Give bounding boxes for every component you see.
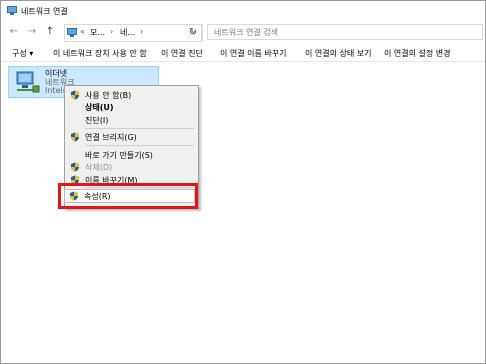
diagnose-command[interactable]: 이 연결 진단 bbox=[161, 48, 203, 59]
menu-separator bbox=[85, 128, 194, 129]
breadcrumb-separator-icon[interactable]: › bbox=[110, 27, 113, 36]
breadcrumb-separator-icon[interactable]: › bbox=[140, 27, 143, 36]
menu-item-delete: 삭제(D) bbox=[65, 161, 198, 173]
back-arrow-icon[interactable]: ← bbox=[8, 26, 20, 38]
breadcrumb-control-panel[interactable]: 모... bbox=[90, 27, 105, 38]
highlight-box bbox=[58, 183, 198, 209]
menu-item-disable[interactable]: 사용 안 함(B) bbox=[65, 89, 198, 101]
control-panel-icon bbox=[67, 28, 77, 37]
change-settings-command[interactable]: 이 연결의 설정 변경 bbox=[384, 48, 451, 59]
network-connections-icon bbox=[7, 6, 17, 15]
menu-item-bridge[interactable]: 연결 브리지(G) bbox=[65, 131, 198, 143]
search-input[interactable]: 네트워크 연결 검색 bbox=[207, 24, 483, 40]
menu-item-label: 연결 브리지(G) bbox=[85, 133, 137, 142]
menu-item-diagnose[interactable]: 진단(I) bbox=[65, 114, 198, 126]
title-bar: 네트워크 연결 bbox=[1, 1, 485, 21]
ethernet-adapter-icon bbox=[16, 71, 40, 93]
menu-separator bbox=[85, 145, 194, 146]
command-bar: 구성 ▾ 이 네트워크 장치 사용 안 함 이 연결 진단 이 연결 이름 바꾸… bbox=[1, 45, 485, 62]
shield-icon bbox=[71, 162, 79, 172]
view-status-command[interactable]: 이 연결의 상태 보기 bbox=[305, 48, 372, 59]
shield-icon bbox=[71, 90, 79, 100]
disable-device-command[interactable]: 이 네트워크 장치 사용 안 함 bbox=[53, 48, 147, 59]
rename-command[interactable]: 이 연결 이름 바꾸기 bbox=[220, 48, 287, 59]
breadcrumb-network[interactable]: 네... bbox=[120, 27, 135, 38]
refresh-button[interactable]: ↻ bbox=[184, 24, 203, 42]
menu-item-label: 바로 가기 만들기(S) bbox=[85, 151, 153, 160]
address-bar[interactable]: « 모... › 네... › ⌄ bbox=[64, 24, 202, 42]
breadcrumb-overflow[interactable]: « bbox=[80, 27, 85, 36]
network-connections-window: 네트워크 연결 ← → ↑ « 모... › 네... › ⌄ ↻ 네트워크 연… bbox=[0, 0, 486, 364]
menu-item-status[interactable]: 상태(U) bbox=[65, 101, 198, 113]
window-title: 네트워크 연결 bbox=[21, 7, 68, 16]
menu-item-label: 사용 안 함(B) bbox=[85, 91, 132, 100]
up-arrow-icon[interactable]: ↑ bbox=[44, 26, 56, 38]
organize-menu[interactable]: 구성 ▾ bbox=[12, 48, 33, 59]
menu-item-label: 삭제(D) bbox=[85, 163, 113, 172]
menu-item-label: 상태(U) bbox=[85, 103, 114, 112]
menu-item-create-shortcut[interactable]: 바로 가기 만들기(S) bbox=[65, 149, 198, 161]
menu-item-label: 진단(I) bbox=[85, 116, 109, 125]
forward-arrow-icon[interactable]: → bbox=[26, 26, 38, 38]
shield-icon bbox=[71, 132, 79, 142]
